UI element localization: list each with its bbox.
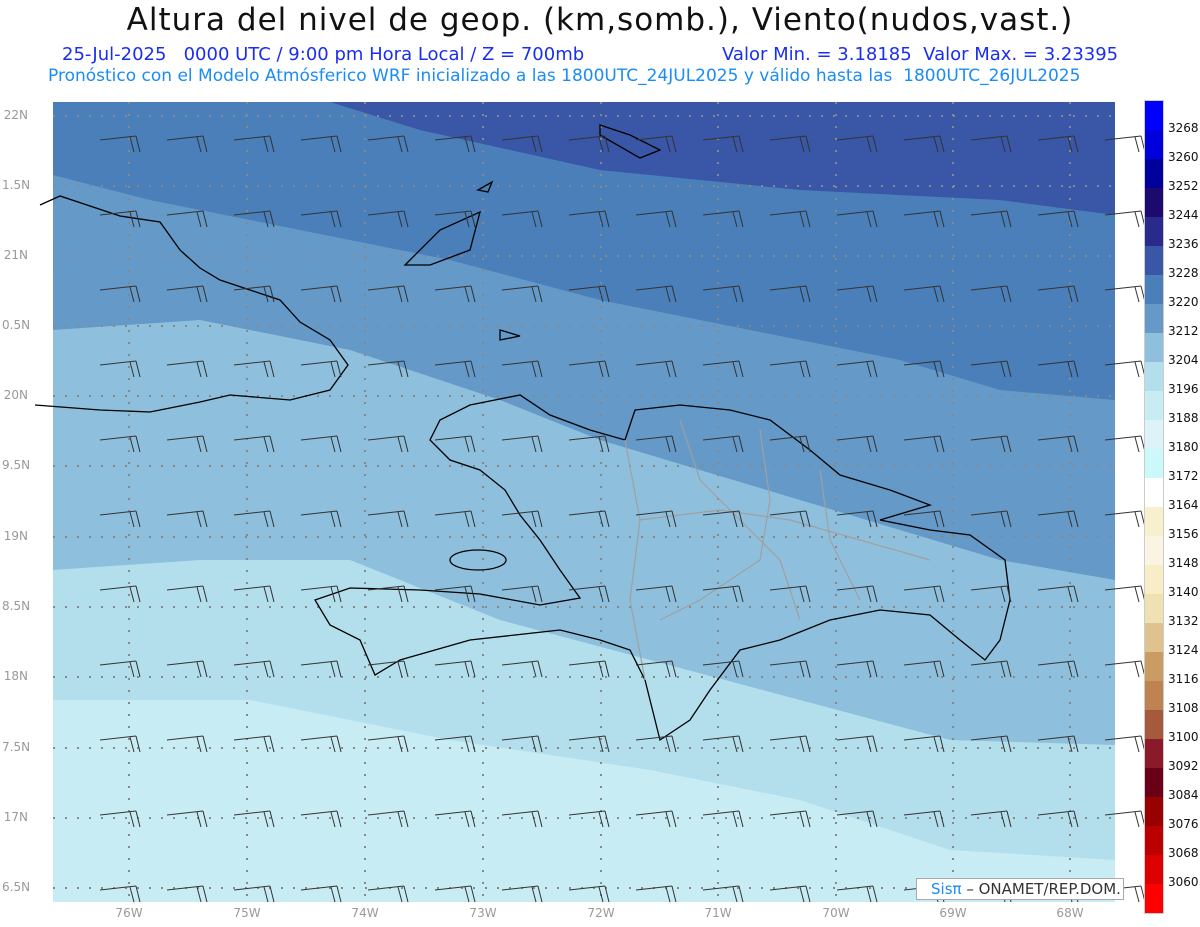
- colorbar-label: 3108: [1168, 701, 1199, 715]
- colorbar-label: 3228: [1168, 266, 1199, 280]
- colorbar-swatch: [1145, 217, 1163, 246]
- latitude-label: 6.5N: [2, 880, 31, 894]
- colorbar-label: 3196: [1168, 382, 1199, 396]
- colorbar-swatch: [1145, 855, 1163, 884]
- colorbar-label: 3076: [1168, 817, 1199, 831]
- colorbar-label: 3116: [1168, 672, 1199, 686]
- colorbar-label: 3180: [1168, 440, 1199, 454]
- longitude-label: 75W: [233, 906, 261, 920]
- latitude-label: 8.5N: [2, 599, 31, 613]
- colorbar-swatch: [1145, 797, 1163, 826]
- colorbar-swatch: [1145, 594, 1163, 623]
- latitude-label: 19N: [3, 529, 28, 543]
- colorbar-label: 3236: [1168, 237, 1199, 251]
- latitude-label: 1.5N: [2, 178, 31, 192]
- colorbar-swatch: [1145, 565, 1163, 594]
- colorbar-swatch: [1145, 536, 1163, 565]
- colorbar-swatch: [1145, 246, 1163, 275]
- sispi-logo: Sisπ: [931, 880, 962, 898]
- credit-box: Sisπ – ONAMET/REP.DOM.: [916, 878, 1124, 900]
- colorbar-label: 3156: [1168, 527, 1199, 541]
- colorbar-label: 3100: [1168, 730, 1199, 744]
- longitude-label: 74W: [351, 906, 379, 920]
- colorbar-swatch: [1145, 362, 1163, 391]
- colorbar-label: 3132: [1168, 614, 1199, 628]
- colorbar-label: 3124: [1168, 643, 1199, 657]
- colorbar-label: 3260: [1168, 150, 1199, 164]
- colorbar-swatch: [1145, 826, 1163, 855]
- colorbar-swatch: [1145, 304, 1163, 333]
- colorbar-label: 3204: [1168, 353, 1199, 367]
- longitude-label: 70W: [822, 906, 850, 920]
- colorbar-label: 3244: [1168, 208, 1199, 222]
- colorbar-swatch: [1145, 681, 1163, 710]
- colorbar-swatch: [1145, 101, 1163, 130]
- latitude-label: 9.5N: [2, 458, 31, 472]
- latitude-label: 17N: [3, 810, 28, 824]
- colorbar-label: 3268: [1168, 121, 1199, 135]
- weather-map: [34, 102, 1146, 903]
- colorbar-swatch: [1145, 188, 1163, 217]
- colorbar-label: 3140: [1168, 585, 1199, 599]
- credit-text: – ONAMET/REP.DOM.: [961, 880, 1121, 898]
- colorbar-swatch: [1145, 507, 1163, 536]
- colorbar-swatch: [1145, 449, 1163, 478]
- longitude-label: 68W: [1056, 906, 1084, 920]
- colorbar-label: 3252: [1168, 179, 1199, 193]
- colorbar-label: 3164: [1168, 498, 1199, 512]
- latitude-label: 0.5N: [2, 318, 31, 332]
- colorbar-swatch: [1145, 768, 1163, 797]
- geopotential-shading: [53, 102, 1115, 902]
- colorbar-label: 3060: [1168, 875, 1199, 889]
- colorbar-swatch: [1145, 391, 1163, 420]
- latitude-label: 18N: [3, 669, 28, 683]
- colorbar-swatch: [1145, 333, 1163, 362]
- colorbar-swatch: [1145, 159, 1163, 188]
- longitude-label: 71W: [704, 906, 732, 920]
- colorbar-swatch: [1145, 710, 1163, 739]
- colorbar-label: 3148: [1168, 556, 1199, 570]
- latitude-label: 21N: [3, 248, 28, 262]
- colorbar-label: 3068: [1168, 846, 1199, 860]
- latitude-label: 20N: [3, 388, 28, 402]
- colorbar-label: 3172: [1168, 469, 1199, 483]
- colorbar-swatch: [1145, 130, 1163, 159]
- colorbar-label: 3220: [1168, 295, 1199, 309]
- longitude-label: 76W: [115, 906, 143, 920]
- colorbar: [1144, 100, 1164, 914]
- longitude-label: 73W: [469, 906, 497, 920]
- latitude-label: 7.5N: [2, 740, 31, 754]
- colorbar-label: 3092: [1168, 759, 1199, 773]
- colorbar-label: 3084: [1168, 788, 1199, 802]
- colorbar-swatch: [1145, 884, 1163, 913]
- colorbar-swatch: [1145, 739, 1163, 768]
- latitude-label: 22N: [3, 108, 28, 122]
- colorbar-swatch: [1145, 478, 1163, 507]
- longitude-label: 72W: [587, 906, 615, 920]
- colorbar-swatch: [1145, 652, 1163, 681]
- colorbar-label: 3212: [1168, 324, 1199, 338]
- colorbar-swatch: [1145, 420, 1163, 449]
- longitude-label: 69W: [939, 906, 967, 920]
- colorbar-swatch: [1145, 275, 1163, 304]
- colorbar-label: 3188: [1168, 411, 1199, 425]
- colorbar-swatch: [1145, 623, 1163, 652]
